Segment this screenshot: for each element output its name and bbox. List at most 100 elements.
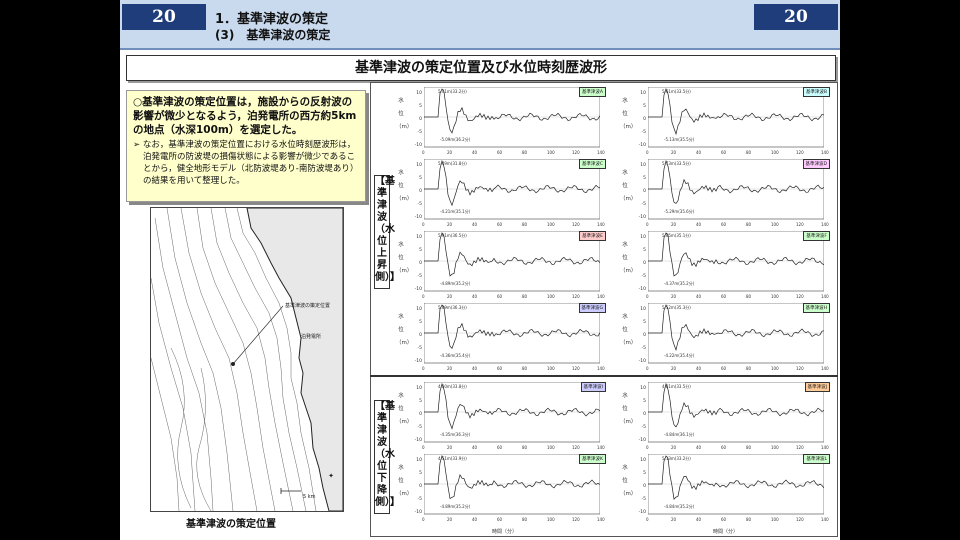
x-tick-label: 40 [472,150,478,155]
y-tick-label: 0 [419,117,422,122]
wave-tag: 基準津波G [578,303,606,313]
wave-max: 5.52m(35.3分) [662,305,691,310]
y-tick-label: -5 [417,274,423,279]
x-tick-label: 100 [547,222,555,227]
y-tick-label: 5 [419,248,422,253]
y-tick-label: -10 [414,359,422,364]
x-tick-label: 80 [746,294,752,299]
y-axis-label: 水位（m） [396,393,413,425]
x-tick-label: 60 [497,294,503,299]
x-tick-label: 140 [821,445,829,450]
slide-header: 20 1．基準津波の策定 (3) 基準津波の策定 20 [120,0,840,50]
x-tick-label: 120 [572,222,580,227]
note-sub-text: ➢ なお，基準津波の策定位置における水位時刻歴波形は，泊発電所の防波堤の損傷状態… [133,140,359,186]
y-tick-label: 10 [640,163,646,168]
x-tick-label: 20 [447,517,453,522]
y-tick-label: 10 [416,458,422,463]
x-tick-label: 80 [522,366,528,371]
y-axis-label: 水位（m） [620,314,637,346]
y-tick-label: -10 [414,287,422,292]
wave-min: -4.22m(35.4分) [664,353,695,358]
x-tick-label: 60 [497,445,503,450]
y-tick-label: -10 [638,143,646,148]
x-tick-label: 140 [597,222,605,227]
x-tick-label: 20 [671,150,677,155]
x-tick-label: 80 [522,445,528,450]
x-tick-label: 40 [472,222,478,227]
location-map: ✦ 基準津波の策定位置 泊発電所 5 km [150,207,344,512]
page-number-left: 20 [122,4,206,30]
waveform-chart: 水位（m） 10 5 0 -5 -10 基準津波J 4.81m(33.5分) -4.84m(36… [620,380,830,450]
wave-min: -5.29m(35.6分) [664,209,695,214]
x-tick-label: 140 [821,366,829,371]
wave-min: -4.37m(35.2分) [664,281,695,286]
wave-min: -4.84m(36.1分) [664,432,695,437]
x-tick-label: 20 [671,294,677,299]
subsection-heading: (3) 基準津波の策定 [215,28,331,42]
x-tick-label: 140 [821,517,829,522]
x-tick-label: 140 [597,150,605,155]
wave-min: -4.84m(35.2分) [664,504,695,509]
x-tick-label: 20 [447,222,453,227]
x-tick-label: 100 [771,222,779,227]
x-tick-label: 20 [447,445,453,450]
wave-max: 5.61m(33.5分) [662,89,691,94]
y-tick-label: 0 [643,412,646,417]
x-tick-label: 100 [547,445,555,450]
x-tick-label: 20 [671,366,677,371]
waveform-chart: 水位（m） 10 5 0 -5 -10 基準津波K 4.51m(33.9分) -4.89m(35… [396,452,606,522]
y-tick-label: -5 [417,346,423,351]
y-tick-label: 0 [643,117,646,122]
x-tick-label: 60 [721,517,727,522]
y-tick-label: 0 [419,412,422,417]
x-tick-label: 0 [422,150,425,155]
y-tick-label: -5 [641,202,647,207]
y-axis-label: 水位（m） [396,98,413,130]
y-tick-label: -5 [417,425,423,430]
map-label-plant: 泊発電所 [301,334,322,340]
x-tick-label: 0 [646,366,649,371]
x-tick-label: 40 [696,294,702,299]
x-tick-label: 80 [746,366,752,371]
y-tick-label: 5 [419,104,422,109]
wave-max: 5.73m(33.5分) [662,161,691,166]
wave-max: 4.81m(33.5分) [662,384,691,389]
x-tick-label: 120 [572,517,580,522]
map-label-point: 基準津波の策定位置 [285,303,331,309]
x-tick-label: 120 [572,366,580,371]
panel-divider [370,375,838,377]
waveform-chart: 水位（m） 10 5 0 -5 -10 基準津波H 5.52m(35.3分) -4.22m(35… [620,301,830,371]
wave-tag: 基準津波K [579,454,606,464]
waveform-chart: 水位（m） 10 5 0 -5 -10 基準津波C 5.49m(31.8分) -4.21m(35… [396,157,606,227]
x-axis-label-right: 時間（分） [713,529,739,535]
y-tick-label: -10 [638,438,646,443]
x-tick-label: 60 [721,366,727,371]
x-tick-label: 0 [422,294,425,299]
y-tick-label: 10 [416,307,422,312]
x-tick-label: 120 [796,445,804,450]
x-tick-label: 40 [472,294,478,299]
waveform-chart: 水位（m） 10 5 0 -5 -10 基準津波A 5.41m(33.2分) -5.09m(36… [396,85,606,155]
x-tick-label: 80 [746,222,752,227]
note-box: ○基準津波の策定位置は，施設からの反射波の影響が微少となるよう，泊発電所の西方約… [126,90,366,202]
x-tick-label: 0 [422,366,425,371]
y-tick-label: 5 [643,104,646,109]
x-tick-label: 0 [422,517,425,522]
x-tick-label: 0 [422,222,425,227]
x-tick-label: 140 [597,366,605,371]
x-tick-label: 100 [771,517,779,522]
y-tick-label: 10 [416,91,422,96]
wave-max: 5.41m(33.2分) [438,89,467,94]
y-tick-label: 10 [640,386,646,391]
y-tick-label: 0 [643,333,646,338]
x-tick-label: 20 [447,294,453,299]
x-tick-label: 60 [497,366,503,371]
waveform-chart: 水位（m） 10 5 0 -5 -10 基準津波L 5.13m(33.2分) -4.84m(35… [620,452,830,522]
y-tick-label: -10 [638,215,646,220]
x-tick-label: 140 [821,294,829,299]
y-tick-label: 10 [416,235,422,240]
wave-max: 4.30m(33.8分) [438,384,467,389]
x-tick-label: 40 [696,517,702,522]
x-tick-label: 60 [721,445,727,450]
x-tick-label: 120 [796,517,804,522]
